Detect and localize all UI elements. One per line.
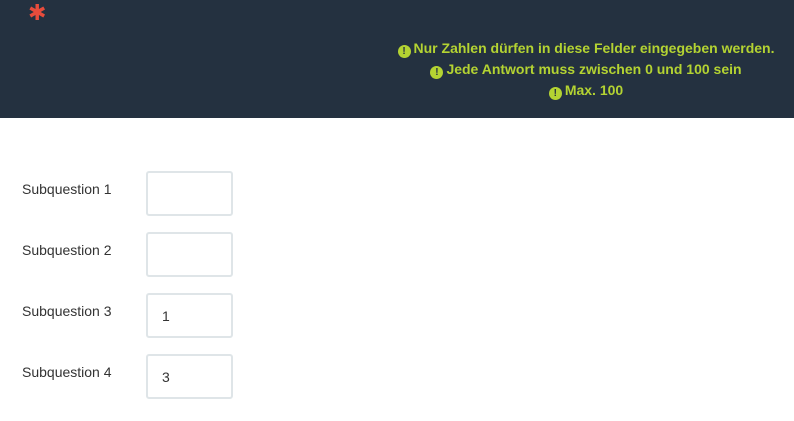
- subquestion-label: Subquestion 1: [22, 181, 112, 197]
- subquestion-label: Subquestion 2: [22, 242, 112, 258]
- tip-text: Jede Antwort muss zwischen 0 und 100 sei…: [446, 61, 742, 77]
- subquestion-4-input[interactable]: [146, 354, 233, 399]
- subquestion-3-input[interactable]: [146, 293, 233, 338]
- subquestion-row: Subquestion 1: [0, 171, 794, 216]
- answers-list: Subquestion 1 Subquestion 2 Subquestion …: [0, 118, 794, 421]
- subquestion-row: Subquestion 3: [0, 293, 794, 338]
- tip-range: ! Jede Antwort muss zwischen 0 und 100 se…: [300, 59, 794, 80]
- question-header: ✱ ! Nur Zahlen dürfen in diese Felder ein…: [0, 0, 794, 118]
- tip-max: ! Max. 100: [300, 80, 794, 101]
- subquestion-label: Subquestion 4: [22, 364, 112, 380]
- subquestion-row: Subquestion 4: [0, 354, 794, 399]
- exclamation-circle-icon: !: [430, 66, 444, 79]
- subquestion-row: Subquestion 2: [0, 232, 794, 277]
- required-asterisk: ✱: [28, 0, 47, 25]
- tip-text: Max. 100: [564, 82, 624, 98]
- subquestion-1-input[interactable]: [146, 171, 233, 216]
- tip-numbers-only: ! Nur Zahlen dürfen in diese Felder einge…: [300, 38, 794, 59]
- tip-text: Nur Zahlen dürfen in diese Felder eingeg…: [413, 40, 775, 56]
- validation-tips: ! Nur Zahlen dürfen in diese Felder einge…: [300, 38, 794, 101]
- subquestion-2-input[interactable]: [146, 232, 233, 277]
- exclamation-circle-icon: !: [548, 87, 562, 100]
- subquestion-label: Subquestion 3: [22, 303, 112, 319]
- exclamation-circle-icon: !: [397, 45, 411, 58]
